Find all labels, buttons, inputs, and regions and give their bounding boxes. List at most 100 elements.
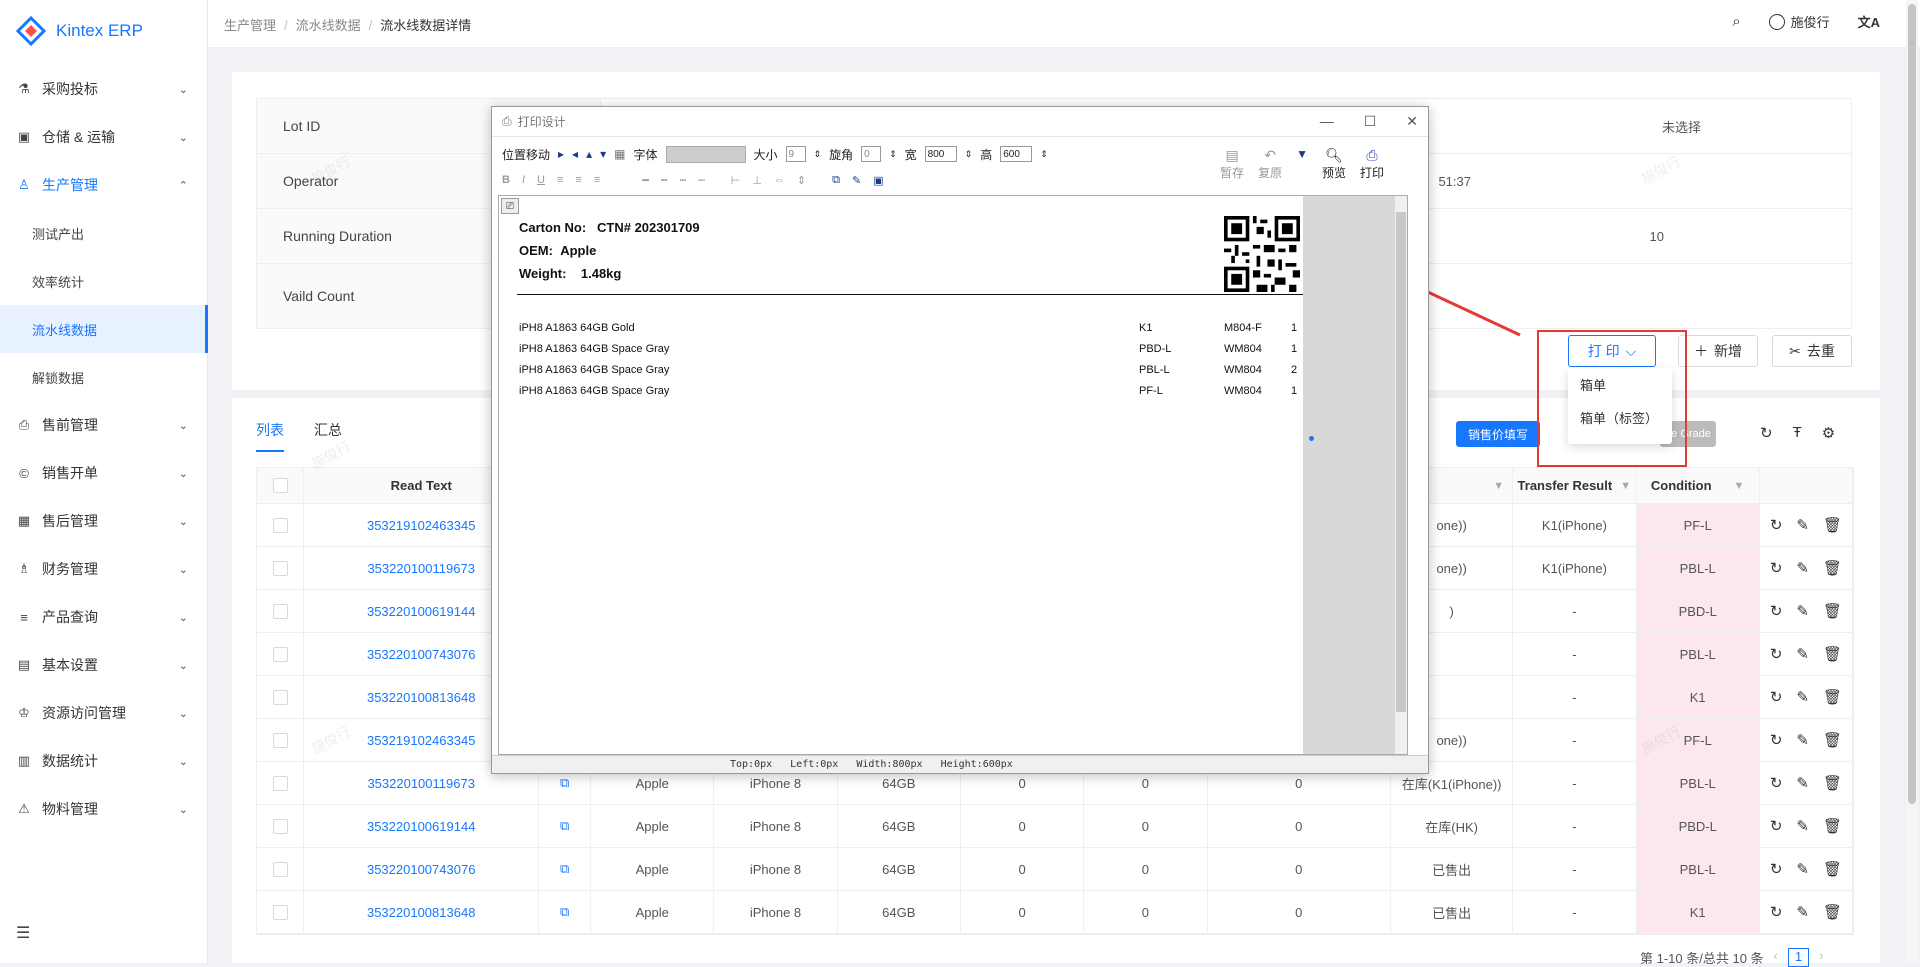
- checkbox[interactable]: [272, 818, 288, 834]
- align-v-icon[interactable]: ⊥: [752, 174, 762, 187]
- print-line[interactable]: iPH8 A1863 64GB Space Gray PF-L WM804 1: [519, 385, 1297, 405]
- spinner-icon[interactable]: ⇕: [889, 149, 897, 160]
- delete-icon[interactable]: 🗑︎: [1823, 817, 1842, 835]
- checkbox[interactable]: [272, 732, 288, 748]
- line-dashdot-icon[interactable]: ┉: [698, 174, 705, 187]
- frame-icon[interactable]: ▣: [873, 174, 883, 187]
- sidebar-sub-unlock-data[interactable]: 解锁数据: [0, 353, 208, 401]
- search-icon[interactable]: ⌕: [1732, 13, 1740, 30]
- prev-page-icon[interactable]: ‹: [1774, 948, 1778, 967]
- line-solid-icon[interactable]: ━: [642, 174, 649, 187]
- page-scrollbar[interactable]: [1906, 0, 1918, 963]
- sidebar-sub-test-output[interactable]: 测试产出: [0, 209, 208, 257]
- tab-list[interactable]: 列表: [256, 420, 284, 452]
- italic-icon[interactable]: I: [522, 174, 525, 186]
- header-select-all[interactable]: [257, 468, 305, 503]
- close-icon[interactable]: ✕: [1406, 113, 1418, 130]
- carton-line[interactable]: Carton No: CTN# 202301709: [519, 220, 700, 235]
- text-height-icon[interactable]: Ŧ: [1793, 424, 1802, 442]
- minimize-icon[interactable]: —: [1320, 113, 1334, 130]
- page-number[interactable]: 1: [1787, 948, 1810, 967]
- edit-icon[interactable]: ✎: [1796, 817, 1809, 835]
- edit-icon[interactable]: ✎: [1796, 688, 1809, 706]
- header-transfer-result[interactable]: Transfer Result ▼: [1513, 468, 1637, 503]
- row-select[interactable]: [257, 719, 305, 761]
- sidebar-sub-pipeline-data[interactable]: 流水线数据: [0, 305, 208, 353]
- move-up-icon[interactable]: ▴: [586, 147, 592, 161]
- same-width-icon[interactable]: ⇔: [774, 174, 785, 186]
- copy-icon[interactable]: ⧉: [832, 174, 840, 187]
- edit-icon[interactable]: ✎: [1796, 602, 1809, 620]
- move-left-icon[interactable]: ◂: [572, 147, 578, 161]
- refresh-icon[interactable]: ↻: [1770, 516, 1783, 534]
- resize-handle[interactable]: [1309, 436, 1314, 441]
- sidebar-item-presales[interactable]: ⎙ 售前管理 ⌄: [0, 401, 208, 449]
- copy-icon[interactable]: ⧉: [539, 891, 592, 933]
- align-right-icon[interactable]: ≡: [594, 174, 600, 186]
- sidebar-item-procurement[interactable]: ⚗ 采购投标 ⌄: [0, 65, 208, 113]
- paper-setup-icon[interactable]: ⎚: [501, 198, 519, 214]
- header-condition[interactable]: Condition ▼: [1636, 468, 1760, 503]
- canvas-scrollbar[interactable]: [1395, 196, 1407, 754]
- weight-line[interactable]: Weight: 1.48kg: [519, 266, 621, 281]
- design-canvas[interactable]: ⎚ Carton No: CTN# 202301709 OEM: Apple W…: [498, 195, 1408, 755]
- edit-icon[interactable]: ✎: [1796, 903, 1809, 921]
- filter-icon[interactable]: ▼: [1620, 480, 1631, 492]
- gear-icon[interactable]: ⚙: [1822, 424, 1835, 442]
- breadcrumb-item[interactable]: 生产管理: [224, 18, 276, 33]
- checkbox[interactable]: [272, 904, 288, 920]
- row-select[interactable]: [257, 891, 305, 933]
- edit-icon[interactable]: ✎: [852, 174, 861, 187]
- label-paper[interactable]: ⎚ Carton No: CTN# 202301709 OEM: Apple W…: [499, 196, 1303, 754]
- font-select[interactable]: [665, 145, 746, 163]
- checkbox[interactable]: [272, 689, 288, 705]
- sidebar-item-stats[interactable]: ▥ 数据统计 ⌄: [0, 737, 208, 785]
- preview-button[interactable]: 🔍︎ 预览: [1322, 147, 1346, 181]
- table-row[interactable]: 353220100743076 ⧉ Apple iPhone 8 64GB 0 0 0 已售出 -…: [257, 848, 1854, 891]
- refresh-icon[interactable]: ↻: [1770, 559, 1783, 577]
- edit-icon[interactable]: ✎: [1796, 731, 1809, 749]
- delete-icon[interactable]: 🗑︎: [1823, 731, 1842, 749]
- checkbox[interactable]: [272, 861, 288, 877]
- print-line[interactable]: iPH8 A1863 64GB Space Gray PBL-L WM804 2: [519, 364, 1297, 384]
- add-button[interactable]: ＋ 新增: [1678, 335, 1758, 367]
- rotate-input[interactable]: 0: [861, 146, 882, 162]
- menu-collapse-icon[interactable]: ☰: [16, 923, 30, 943]
- checkbox[interactable]: [272, 646, 288, 662]
- sidebar-item-aftersales[interactable]: ▦ 售后管理 ⌄: [0, 497, 208, 545]
- filter-icon[interactable]: ▼: [1734, 480, 1745, 492]
- print-line[interactable]: iPH8 A1863 64GB Space Gray PBD-L WM804 1: [519, 343, 1297, 363]
- row-select[interactable]: [257, 805, 305, 847]
- width-input[interactable]: 800: [924, 146, 957, 162]
- sidebar-item-warehouse[interactable]: ▣ 仓储 & 运输 ⌄: [0, 113, 208, 161]
- app-logo[interactable]: Kintex ERP: [16, 14, 143, 48]
- sidebar-item-sales[interactable]: © 销售开单 ⌄: [0, 449, 208, 497]
- bold-icon[interactable]: B: [502, 174, 510, 186]
- refresh-icon[interactable]: ↻: [1770, 645, 1783, 663]
- spinner-icon[interactable]: ⇕: [814, 149, 822, 160]
- sidebar-item-materials[interactable]: ⚠ 物料管理 ⌄: [0, 785, 208, 833]
- edit-icon[interactable]: ✎: [1796, 774, 1809, 792]
- sidebar-item-finance[interactable]: ♗ 财务管理 ⌄: [0, 545, 208, 593]
- move-right-icon[interactable]: ▸: [558, 147, 564, 161]
- line-dash-icon[interactable]: ╍: [661, 174, 668, 187]
- copy-icon[interactable]: ⧉: [539, 848, 592, 890]
- next-page-icon[interactable]: ›: [1819, 948, 1823, 967]
- edit-icon[interactable]: ✎: [1796, 860, 1809, 878]
- dedupe-button[interactable]: ✂ 去重: [1772, 335, 1852, 367]
- user-menu[interactable]: 施俊行: [1768, 12, 1830, 31]
- copy-icon[interactable]: ⧉: [539, 805, 592, 847]
- row-select[interactable]: [257, 676, 305, 718]
- delete-icon[interactable]: 🗑︎: [1823, 559, 1842, 577]
- qr-code[interactable]: [1221, 216, 1303, 292]
- translate-icon[interactable]: 文A: [1858, 12, 1880, 31]
- row-select[interactable]: [257, 504, 305, 546]
- more-dropdown[interactable]: ▼: [1296, 147, 1308, 161]
- oem-line[interactable]: OEM: Apple: [519, 243, 596, 258]
- line-dot-icon[interactable]: ┅: [679, 174, 686, 187]
- refresh-icon[interactable]: ↻: [1770, 602, 1783, 620]
- align-h-icon[interactable]: ⊢: [731, 174, 741, 187]
- edit-icon[interactable]: ✎: [1796, 645, 1809, 663]
- delete-icon[interactable]: 🗑︎: [1823, 645, 1842, 663]
- checkbox[interactable]: [272, 517, 288, 533]
